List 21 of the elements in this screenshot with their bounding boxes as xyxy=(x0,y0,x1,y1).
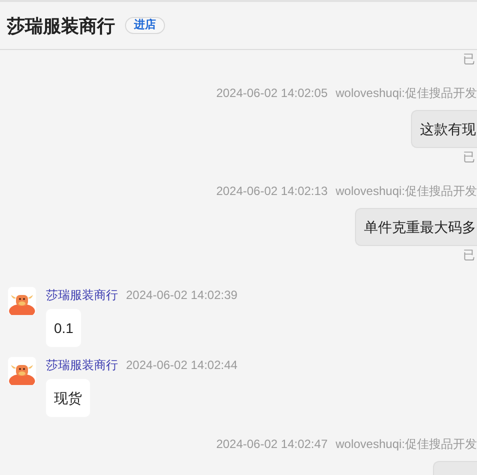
sender-name: woloveshuqi:促佳搜品开发 xyxy=(336,436,477,452)
avatar-icon xyxy=(8,357,36,385)
message-time: 2024-06-02 14:02:44 xyxy=(126,357,238,373)
read-status: 已 xyxy=(463,248,475,262)
sender-name: woloveshuqi:促佳搜品开发 xyxy=(336,85,477,101)
sender-name: woloveshuqi:促佳搜品开发 xyxy=(336,183,477,199)
message-bubble: 这款有现 xyxy=(411,110,477,148)
message-bubble: 0.1 xyxy=(46,309,82,347)
read-status: 已 xyxy=(463,150,475,164)
shop-title: 莎瑞服装商行 xyxy=(7,16,115,34)
message-bubble: 现货 xyxy=(46,379,90,417)
sender-name: 莎瑞服装商行 xyxy=(46,287,118,303)
message-time: 2024-06-02 14:02:47 xyxy=(216,436,328,452)
sender-name: 莎瑞服装商行 xyxy=(46,357,118,373)
message-time: 2024-06-02 14:02:13 xyxy=(216,183,328,199)
message-bubble: 单件克重最大码多 xyxy=(355,208,477,246)
read-status: 已 xyxy=(463,52,475,66)
message-time: 2024-06-02 14:02:05 xyxy=(216,85,328,101)
enter-shop-button[interactable]: 进店 xyxy=(125,17,165,34)
message-time: 2024-06-02 14:02:39 xyxy=(126,287,238,303)
avatar-icon xyxy=(8,287,36,315)
